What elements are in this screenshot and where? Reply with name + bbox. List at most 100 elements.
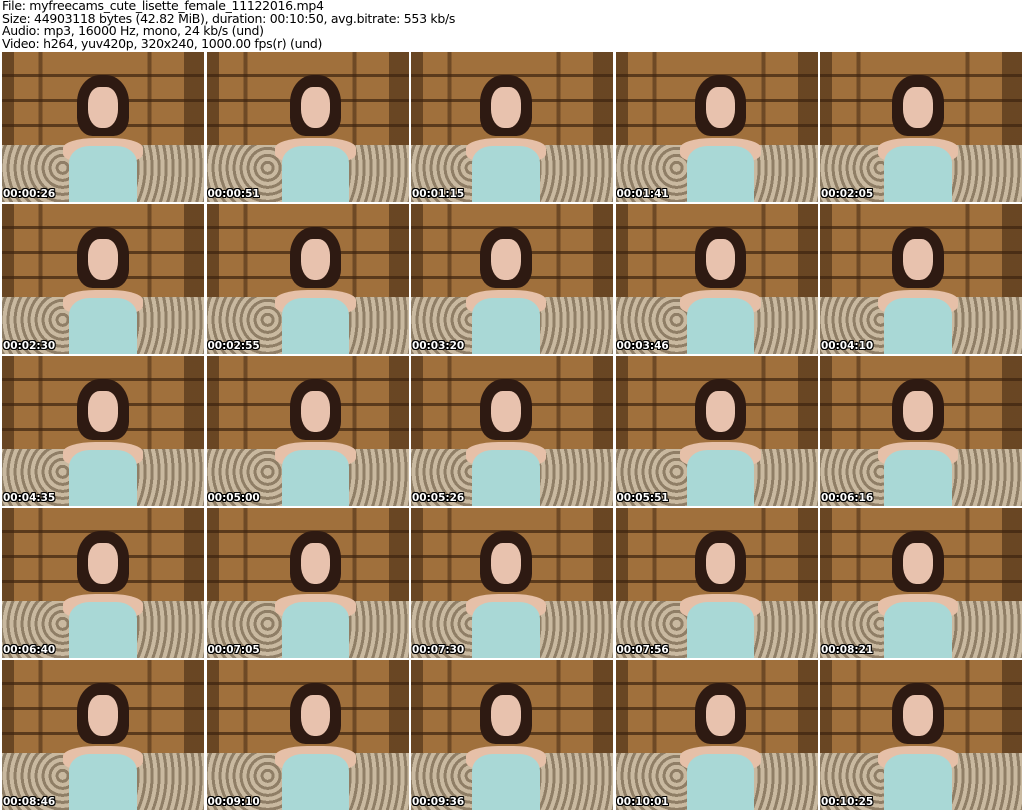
person-face — [491, 239, 521, 281]
person-face — [491, 543, 521, 585]
person-face — [300, 695, 331, 737]
person-frame-image — [62, 226, 144, 354]
person-top — [686, 297, 755, 354]
video-thumbnail: 00:02:05 — [820, 52, 1022, 202]
person-face — [88, 695, 118, 737]
person-face — [88, 543, 118, 585]
video-thumbnail: 00:05:26 — [411, 356, 613, 506]
person-top — [69, 297, 137, 354]
thumbnail-timestamp: 00:00:51 — [207, 188, 260, 200]
person-top — [884, 753, 952, 810]
person-top — [884, 449, 952, 506]
video-thumbnail: 00:04:35 — [2, 356, 204, 506]
person-face — [903, 391, 933, 433]
person-frame-image — [680, 682, 761, 810]
person-top — [281, 449, 350, 506]
person-face — [903, 543, 933, 585]
thumbnail-timestamp: 00:07:05 — [207, 644, 260, 656]
person-frame-image — [275, 74, 356, 202]
video-thumbnail: 00:09:36 — [411, 660, 613, 810]
thumbnail-timestamp: 00:02:05 — [821, 188, 874, 200]
thumbnail-timestamp: 00:05:26 — [412, 492, 465, 504]
thumbnail-timestamp: 00:02:30 — [3, 340, 56, 352]
video-thumbnail: 00:10:01 — [615, 660, 818, 810]
person-face — [903, 87, 933, 129]
video-thumbnail: 00:05:51 — [615, 356, 818, 506]
file-info-header: File: myfreecams_cute_lisette_female_111… — [2, 0, 455, 50]
person-frame-image — [62, 530, 144, 658]
person-top — [69, 145, 137, 202]
thumbnail-timestamp: 00:03:20 — [412, 340, 465, 352]
person-top — [472, 449, 540, 506]
thumbnail-timestamp: 00:07:30 — [412, 644, 465, 656]
person-frame-image — [680, 530, 761, 658]
person-frame-image — [275, 682, 356, 810]
thumbnail-timestamp: 00:06:40 — [3, 644, 56, 656]
thumbnail-timestamp: 00:04:35 — [3, 492, 56, 504]
thumbnail-timestamp: 00:01:15 — [412, 188, 465, 200]
person-face — [300, 543, 331, 585]
thumbnail-timestamp: 00:01:41 — [616, 188, 669, 200]
person-face — [300, 239, 331, 281]
person-frame-image — [877, 226, 959, 354]
person-frame-image — [465, 74, 547, 202]
video-thumbnail: 00:03:46 — [615, 204, 818, 354]
person-frame-image — [680, 74, 761, 202]
thumbnail-timestamp: 00:03:46 — [616, 340, 669, 352]
person-top — [686, 449, 755, 506]
thumbnail-grid: 00:00:26 00:00:51 00:01:15 00:01:41 00:02:05… — [2, 52, 1022, 810]
person-top — [69, 449, 137, 506]
person-frame-image — [275, 226, 356, 354]
person-top — [884, 297, 952, 354]
person-top — [472, 753, 540, 810]
person-top — [884, 601, 952, 658]
person-face — [705, 695, 736, 737]
video-thumbnail: 00:06:16 — [820, 356, 1022, 506]
person-frame-image — [877, 378, 959, 506]
person-frame-image — [62, 74, 144, 202]
person-frame-image — [465, 530, 547, 658]
person-top — [281, 601, 350, 658]
person-face — [491, 391, 521, 433]
person-face — [705, 87, 736, 129]
person-face — [903, 239, 933, 281]
person-top — [884, 145, 952, 202]
person-top — [281, 145, 350, 202]
person-frame-image — [680, 378, 761, 506]
person-face — [300, 87, 331, 129]
person-frame-image — [877, 682, 959, 810]
person-face — [88, 239, 118, 281]
person-top — [281, 753, 350, 810]
video-info: Video: h264, yuv420p, 320x240, 1000.00 f… — [2, 35, 323, 51]
thumbnail-timestamp: 00:10:01 — [616, 796, 669, 808]
person-frame-image — [275, 530, 356, 658]
video-thumbnail: 00:08:46 — [2, 660, 204, 810]
person-top — [472, 601, 540, 658]
person-top — [686, 753, 755, 810]
video-thumbnail: 00:10:25 — [820, 660, 1022, 810]
person-frame-image — [465, 378, 547, 506]
thumbnail-timestamp: 00:05:51 — [616, 492, 669, 504]
video-thumbnail: 00:02:30 — [2, 204, 204, 354]
thumbnail-timestamp: 00:05:00 — [207, 492, 260, 504]
thumbnail-timestamp: 00:08:21 — [821, 644, 874, 656]
thumbnail-timestamp: 00:08:46 — [3, 796, 56, 808]
person-frame-image — [877, 74, 959, 202]
person-top — [472, 145, 540, 202]
video-thumbnail: 00:00:51 — [206, 52, 409, 202]
person-frame-image — [465, 682, 547, 810]
thumbnail-timestamp: 00:04:10 — [821, 340, 874, 352]
person-frame-image — [877, 530, 959, 658]
thumbnail-timestamp: 00:09:10 — [207, 796, 260, 808]
person-top — [281, 297, 350, 354]
person-face — [300, 391, 331, 433]
video-thumbnail: 00:08:21 — [820, 508, 1022, 658]
person-frame-image — [680, 226, 761, 354]
video-thumbnail: 00:04:10 — [820, 204, 1022, 354]
person-top — [69, 601, 137, 658]
video-thumbnail: 00:03:20 — [411, 204, 613, 354]
video-thumbnail: 00:07:05 — [206, 508, 409, 658]
video-thumbnail: 00:07:56 — [615, 508, 818, 658]
thumbnail-timestamp: 00:07:56 — [616, 644, 669, 656]
person-frame-image — [62, 682, 144, 810]
